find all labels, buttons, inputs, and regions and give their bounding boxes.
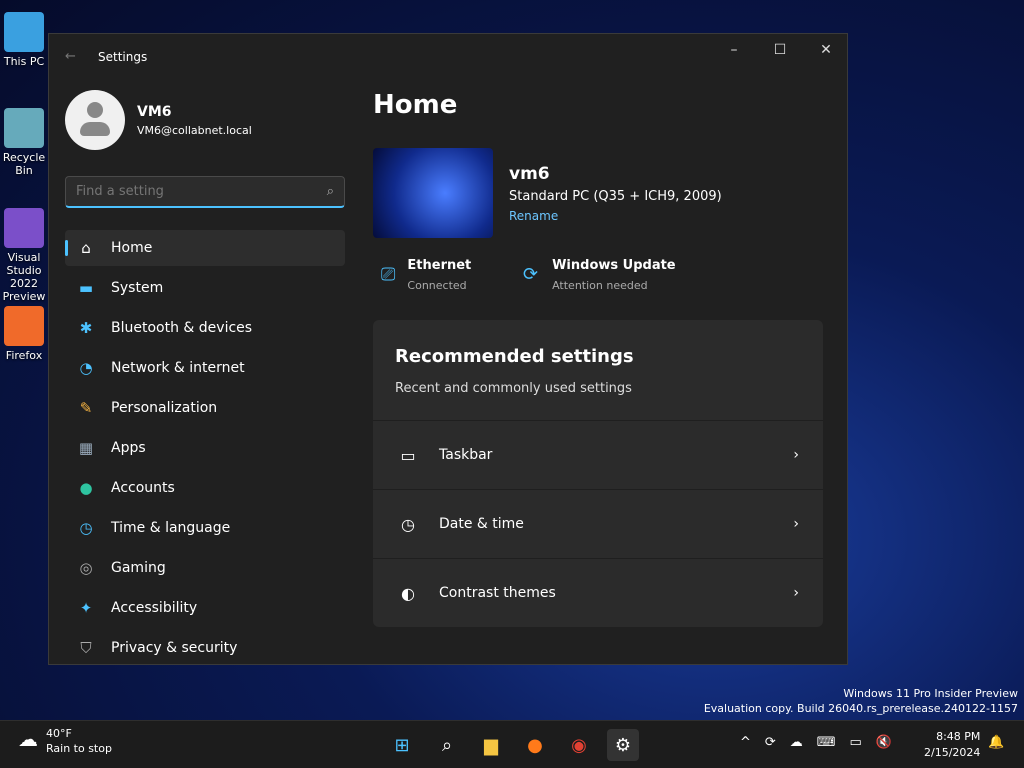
recommended-subtitle: Recent and commonly used settings xyxy=(395,381,632,396)
nav-item-bluetooth-devices[interactable]: ✱ Bluetooth & devices xyxy=(65,310,345,346)
file-explorer-icon[interactable]: ▆ xyxy=(475,729,507,761)
user-name: VM6 xyxy=(137,103,172,120)
maximize-button[interactable]: ☐ xyxy=(757,34,803,66)
nav-item-network-internet[interactable]: ◔ Network & internet xyxy=(65,350,345,386)
ethernet-icon: ⎚ xyxy=(381,264,396,285)
recommended-item[interactable]: ◐ Contrast themes › xyxy=(373,558,823,627)
sidebar: VM6 VM6@collabnet.local ⌕ ⌂Home ▬System ✱B… xyxy=(65,90,345,664)
desktop-icon[interactable]: Firefox xyxy=(0,306,48,362)
user-card[interactable]: VM6 VM6@collabnet.local xyxy=(65,90,345,150)
nav-item-accessibility[interactable]: ✦ Accessibility xyxy=(65,590,345,626)
weather-icon: ☁ xyxy=(18,727,38,751)
settings-icon[interactable]: ⚙ xyxy=(607,729,639,761)
nav-icon: ⛉ xyxy=(80,639,92,657)
windows-update-status[interactable]: ⟳ Windows Update Attention needed xyxy=(523,258,676,292)
desktop-icon-image xyxy=(4,108,44,148)
nav-icon: ● xyxy=(79,479,93,497)
nav-icon: ⌂ xyxy=(81,239,91,257)
recommended-title: Recommended settings xyxy=(395,346,634,367)
notification-icon[interactable]: 🔔 xyxy=(988,735,1004,750)
desktop-icon-image xyxy=(4,12,44,52)
avatar xyxy=(65,90,125,150)
watermark: Windows 11 Pro Insider Preview Evaluatio… xyxy=(703,687,1018,715)
pc-model: Standard PC (Q35 + ICH9, 2009) xyxy=(509,188,722,204)
clock[interactable]: 8:48 PM 2/15/2024 xyxy=(924,729,980,761)
nav-item-gaming[interactable]: ◎ Gaming xyxy=(65,550,345,586)
setting-icon: ▭ xyxy=(400,445,416,465)
nav-item-privacy-security[interactable]: ⛉ Privacy & security xyxy=(65,630,345,664)
page-title: Home xyxy=(373,90,458,120)
user-email: VM6@collabnet.local xyxy=(137,123,252,137)
pc-name: vm6 xyxy=(509,163,550,184)
chevron-right-icon: › xyxy=(793,447,799,463)
nav-icon: ▦ xyxy=(78,439,94,457)
chrome-icon[interactable]: ◉ xyxy=(563,729,595,761)
nav-icon: ✎ xyxy=(79,399,93,417)
search-box[interactable]: ⌕ xyxy=(65,176,345,208)
desktop-icon[interactable]: Visual Studio 2022 Preview xyxy=(0,208,48,303)
nav-item-system[interactable]: ▬ System xyxy=(65,270,345,306)
chevron-right-icon: › xyxy=(793,516,799,532)
tray-icons[interactable]: ^⟳☁⌨▭🔇 xyxy=(740,735,906,750)
minimize-button[interactable]: – xyxy=(711,34,757,66)
nav-item-personalization[interactable]: ✎ Personalization xyxy=(65,390,345,426)
nav-icon: ◔ xyxy=(79,359,93,377)
nav-item-accounts[interactable]: ● Accounts xyxy=(65,470,345,506)
nav-icon: ✦ xyxy=(79,599,93,617)
desktop-icon[interactable]: This PC xyxy=(0,12,48,68)
desktop-icon-image xyxy=(4,208,44,248)
desktop-icon[interactable]: Recycle Bin xyxy=(0,108,48,177)
rename-link[interactable]: Rename xyxy=(509,209,722,223)
close-button[interactable]: ✕ xyxy=(803,34,847,66)
title-bar: ← Settings – ☐ ✕ xyxy=(49,34,847,80)
recommended-card: Recommended settings Recent and commonly… xyxy=(373,320,823,627)
recommended-item[interactable]: ▭ Taskbar › xyxy=(373,420,823,489)
chevron-right-icon: › xyxy=(793,585,799,601)
setting-icon: ◐ xyxy=(401,583,415,603)
firefox-icon[interactable]: ● xyxy=(519,729,551,761)
nav-item-apps[interactable]: ▦ Apps xyxy=(65,430,345,466)
update-icon: ⟳ xyxy=(523,264,539,285)
nav-icon: ◷ xyxy=(79,519,93,537)
search-taskbar-icon[interactable]: ⌕ xyxy=(431,729,463,761)
wallpaper-thumbnail[interactable] xyxy=(373,148,493,238)
desktop-icon-image xyxy=(4,306,44,346)
search-icon[interactable]: ⌕ xyxy=(327,184,334,199)
nav-icon: ◎ xyxy=(79,559,93,577)
setting-icon: ◷ xyxy=(401,514,415,534)
settings-window: ← Settings – ☐ ✕ VM6 VM6@collabnet.local… xyxy=(48,33,848,665)
nav-icon: ▬ xyxy=(78,279,94,297)
weather-widget[interactable]: ☁ 40°F Rain to stop xyxy=(18,727,112,755)
start-icon[interactable]: ⊞ xyxy=(386,729,418,761)
recommended-item[interactable]: ◷ Date & time › xyxy=(373,489,823,558)
window-title: Settings xyxy=(98,50,148,64)
nav-item-home[interactable]: ⌂ Home xyxy=(65,230,345,266)
main-content: Home vm6 Standard PC (Q35 + ICH9, 2009) … xyxy=(373,90,823,627)
nav-list: ⌂ Home ▬ System ✱ Bluetooth & devices ◔ Network… xyxy=(65,230,345,664)
nav-icon: ✱ xyxy=(79,319,93,337)
ethernet-status[interactable]: ⎚ Ethernet Connected xyxy=(373,258,523,292)
nav-item-time-language[interactable]: ◷ Time & language xyxy=(65,510,345,546)
back-arrow-icon[interactable]: ← xyxy=(65,49,76,64)
search-input[interactable] xyxy=(76,184,327,199)
taskbar: ☁ 40°F Rain to stop ⊞ ⌕ ▆ ● ◉ ⚙ ^⟳☁⌨▭🔇 8… xyxy=(0,720,1024,768)
